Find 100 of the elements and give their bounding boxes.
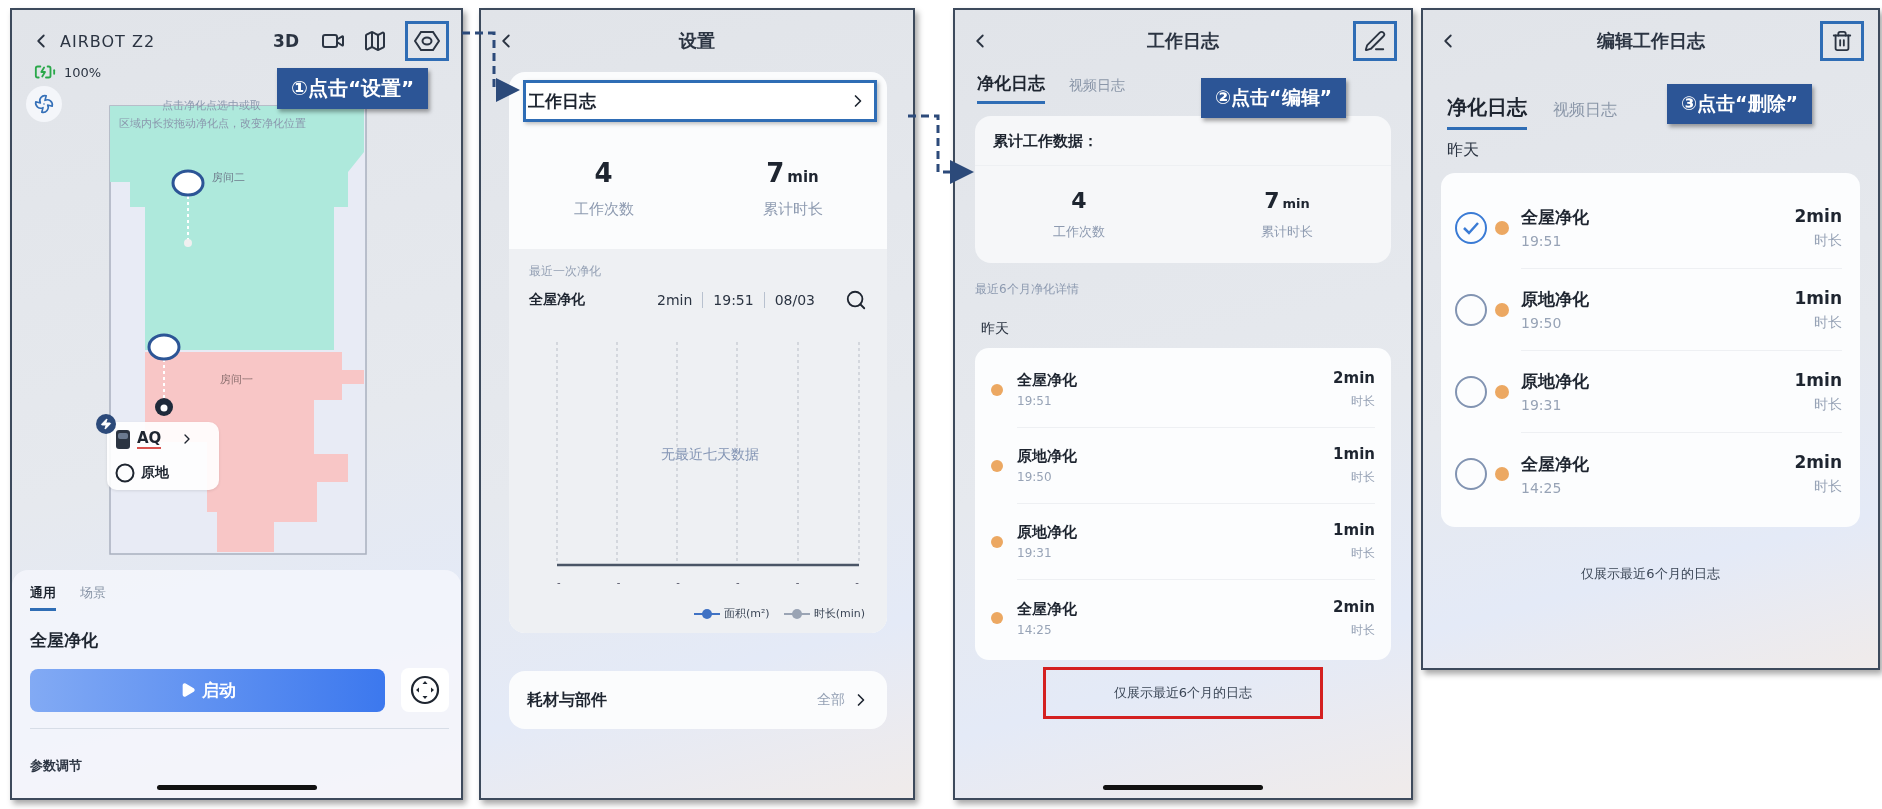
device-card[interactable]: AQ 原地 bbox=[107, 422, 219, 490]
entry-title: 原地净化 bbox=[1017, 523, 1078, 542]
parts-row[interactable]: 耗材与部件 全部 bbox=[509, 671, 887, 729]
fan-icon bbox=[34, 94, 54, 114]
checkbox[interactable] bbox=[1455, 376, 1487, 408]
map-icon[interactable] bbox=[363, 29, 387, 53]
checkbox[interactable] bbox=[1455, 294, 1487, 326]
day-label: 昨天 bbox=[981, 320, 1010, 338]
stat-value: 4 bbox=[594, 158, 613, 188]
last-run-mode: 全屋净化 bbox=[529, 291, 586, 309]
last-run-field: 2min bbox=[647, 292, 703, 308]
settings-button[interactable] bbox=[405, 21, 449, 61]
checkbox[interactable] bbox=[1455, 212, 1487, 244]
cleaning-point-marker[interactable] bbox=[171, 169, 205, 247]
entry-duration: 2min bbox=[1794, 205, 1842, 226]
axis-label: - bbox=[557, 578, 561, 588]
purifier-icon bbox=[115, 428, 131, 450]
row-value: 全部 bbox=[817, 691, 845, 709]
duration-label: 时长 bbox=[1814, 395, 1842, 414]
stat-value: 7 bbox=[766, 158, 785, 188]
entry-duration: 2min bbox=[1794, 452, 1842, 472]
duration-label: 时长 bbox=[1814, 231, 1842, 250]
stat-value: 4 bbox=[1071, 188, 1087, 213]
joystick-icon bbox=[409, 674, 441, 706]
section-label: 最近6个月净化详情 bbox=[975, 281, 1080, 298]
cleaning-point-marker[interactable] bbox=[147, 333, 181, 399]
entry-title: 全屋净化 bbox=[1521, 206, 1590, 229]
stat-label: 工作次数 bbox=[1053, 223, 1105, 241]
entry-time: 19:31 bbox=[1521, 397, 1563, 413]
axis-label: - bbox=[855, 578, 859, 588]
entry-time: 14:25 bbox=[1521, 479, 1563, 496]
stat-value: 7 bbox=[1264, 188, 1280, 213]
tab[interactable]: 通用 bbox=[30, 584, 56, 611]
duration-label: 时长 bbox=[1351, 469, 1375, 486]
last-run-field: 08/03 bbox=[763, 292, 826, 308]
entry-title: 原地净化 bbox=[1521, 288, 1590, 311]
day-label: 昨天 bbox=[1447, 140, 1480, 161]
connector-arrow bbox=[908, 114, 974, 184]
room-label: 房间二 bbox=[212, 170, 245, 185]
callout-label: ③点击“删除” bbox=[1667, 84, 1813, 124]
fan-button[interactable] bbox=[26, 86, 62, 122]
stat-unit: min bbox=[1282, 196, 1310, 211]
work-log-row[interactable]: 工作日志 bbox=[523, 80, 877, 122]
entry-duration: 1min bbox=[1333, 445, 1375, 463]
footer-note: 仅展示最近6个月的日志 bbox=[1113, 684, 1253, 702]
timeline-dot bbox=[1495, 385, 1509, 399]
timeline-dot bbox=[991, 612, 1003, 624]
entry-duration: 2min bbox=[1333, 369, 1375, 387]
timeline-dot bbox=[991, 460, 1003, 472]
entry-time: 19:31 bbox=[1017, 546, 1053, 560]
screen-title: 编辑工作日志 bbox=[1595, 29, 1706, 53]
section-label: 最近一次净化 bbox=[529, 263, 602, 280]
entry-title: 原地净化 bbox=[1521, 370, 1590, 393]
timeline-dot bbox=[991, 384, 1003, 396]
legend-label: 面积(m²) bbox=[723, 606, 770, 621]
device-name: AQ bbox=[137, 429, 162, 449]
search-icon[interactable] bbox=[845, 289, 867, 311]
device-mode: 原地 bbox=[141, 464, 169, 482]
section-label: 参数调节 bbox=[30, 757, 83, 775]
duration-label: 时长 bbox=[1351, 621, 1375, 639]
timeline-dot bbox=[1495, 467, 1509, 481]
battery-level: 100% bbox=[64, 64, 102, 80]
trash-icon bbox=[1831, 30, 1853, 52]
entry-time: 19:51 bbox=[1521, 233, 1563, 249]
check-icon bbox=[1462, 221, 1480, 235]
entry-duration: 2min bbox=[1333, 597, 1375, 616]
stat-label: 累计时长 bbox=[762, 200, 823, 219]
entry-title: 全屋净化 bbox=[1521, 452, 1590, 476]
axis-label: - bbox=[736, 578, 740, 588]
settings-icon bbox=[414, 30, 440, 52]
entry-time: 19:50 bbox=[1017, 470, 1053, 484]
entry-title: 原地净化 bbox=[1017, 447, 1078, 466]
last-run-field: 19:51 bbox=[702, 292, 764, 308]
screen-title: 工作日志 bbox=[1146, 29, 1220, 53]
entry-duration: 1min bbox=[1794, 287, 1842, 308]
legend-label: 时长(min) bbox=[813, 606, 865, 621]
axis-label: - bbox=[795, 578, 800, 588]
remote-control-button[interactable] bbox=[401, 668, 449, 712]
screen-title: 设置 bbox=[677, 29, 716, 53]
tab[interactable]: 净化日志 bbox=[977, 72, 1045, 104]
room-label: 房间一 bbox=[220, 372, 253, 387]
delete-button[interactable] bbox=[1820, 21, 1864, 61]
edit-button[interactable] bbox=[1353, 21, 1397, 61]
axis-label: - bbox=[616, 578, 621, 588]
3d-view-button[interactable]: 3D bbox=[273, 31, 299, 51]
footer-note: 仅展示最近6个月的日志 bbox=[1580, 565, 1721, 583]
checkbox[interactable] bbox=[1455, 458, 1487, 490]
entry-time: 19:51 bbox=[1017, 394, 1053, 408]
entry-duration: 1min bbox=[1794, 369, 1842, 390]
pencil-icon bbox=[1364, 30, 1386, 52]
entry-duration: 1min bbox=[1333, 521, 1375, 539]
duration-label: 时长 bbox=[1351, 545, 1375, 562]
entry-time: 19:50 bbox=[1521, 315, 1563, 331]
timeline-dot bbox=[1495, 221, 1509, 235]
duration-label: 时长 bbox=[1351, 393, 1375, 410]
tab[interactable]: 净化日志 bbox=[1447, 94, 1527, 130]
radio-circle-icon bbox=[115, 463, 135, 483]
callout-label: ①点击“设置” bbox=[277, 68, 429, 109]
stat-label: 工作次数 bbox=[573, 200, 634, 219]
map-hint: 点击净化点选中或取 bbox=[162, 98, 261, 113]
